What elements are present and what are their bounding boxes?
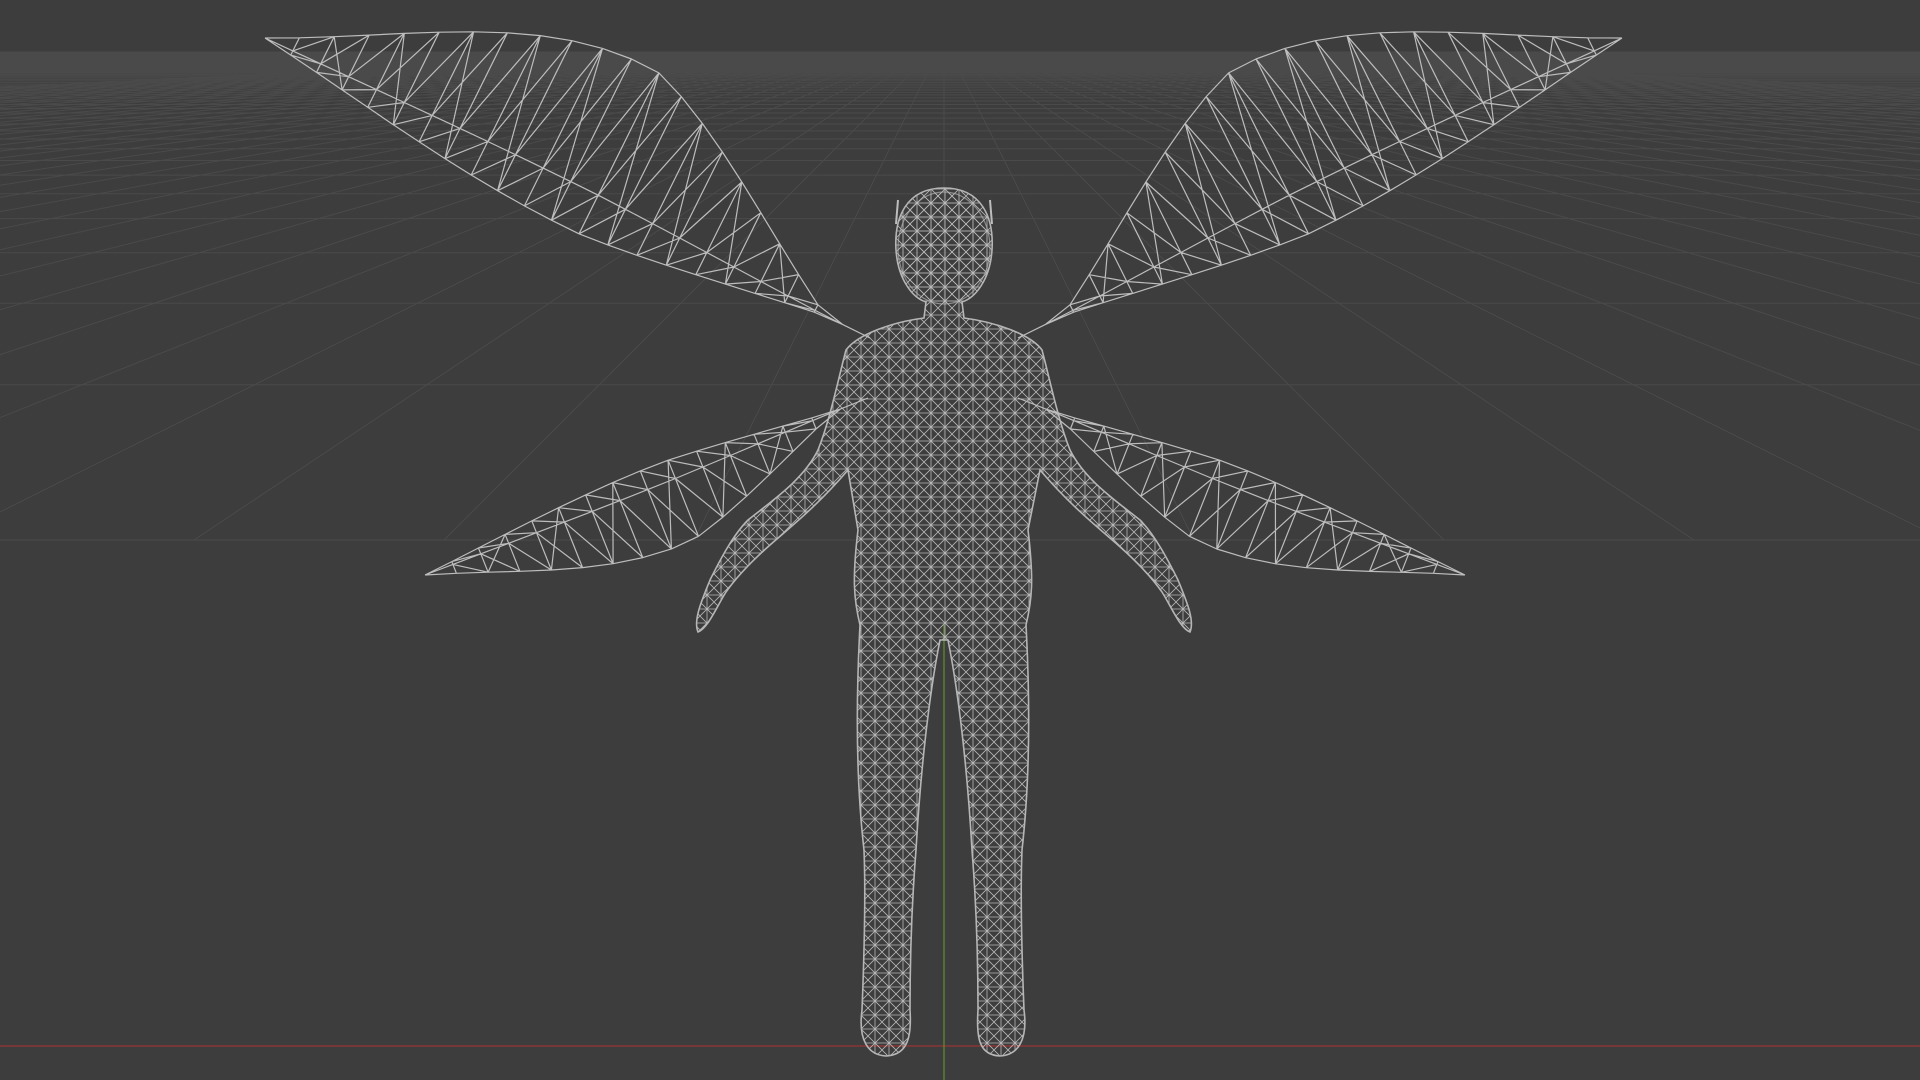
3d-viewport[interactable] <box>0 0 1920 1080</box>
head-mesh <box>897 191 991 305</box>
viewport-canvas[interactable] <box>0 0 1920 1080</box>
